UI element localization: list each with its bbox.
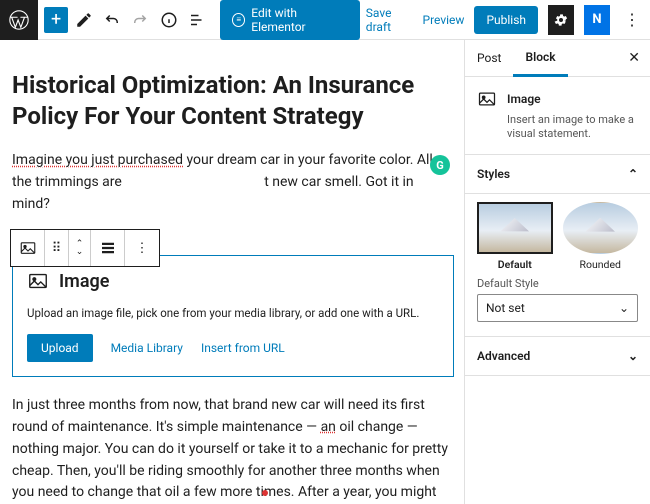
settings-button[interactable] [548,5,574,35]
more-options-icon[interactable]: ⋮ [620,10,644,29]
close-sidebar-icon[interactable]: ✕ [618,50,650,66]
advanced-section-header[interactable]: Advanced ⌄ [465,337,650,376]
image-block-title: Image [59,271,109,292]
n-logo-button[interactable]: N [584,5,610,35]
add-block-button[interactable]: + [44,7,68,33]
style-rounded[interactable]: Rounded [563,202,639,271]
block-type-icon[interactable] [11,230,45,266]
block-toolbar: ⠿ ⌃⌄ ⋮ [10,229,160,267]
undo-icon[interactable] [99,5,125,35]
default-style-select[interactable]: Not set ⌄ [477,294,638,322]
elementor-label: Edit with Elementor [251,6,348,34]
outline-icon[interactable] [184,5,210,35]
default-style-label: Default Style [477,277,638,290]
tab-post[interactable]: Post [465,41,513,75]
align-icon[interactable] [91,230,125,266]
upload-button[interactable]: Upload [27,334,93,362]
error-dot-icon [262,490,268,496]
insert-url-button[interactable]: Insert from URL [201,341,285,355]
paragraph-1[interactable]: Imagine you just purchased your dream ca… [12,150,454,215]
paragraph-2[interactable]: In just three months from now, that bran… [12,395,454,504]
block-more-icon[interactable]: ⋮ [125,230,159,266]
tab-block[interactable]: Block [513,40,567,77]
move-arrows[interactable]: ⌃⌄ [69,230,91,266]
elementor-button[interactable]: ≡ Edit with Elementor [220,0,360,40]
styles-section-header[interactable]: Styles ⌃ [465,155,650,194]
image-icon [27,270,49,292]
image-block-desc: Upload an image file, pick one from your… [27,306,439,320]
block-name: Image [507,92,541,106]
image-block-placeholder[interactable]: Image Upload an image file, pick one fro… [12,255,454,377]
wordpress-logo[interactable] [0,0,38,40]
media-library-button[interactable]: Media Library [111,341,183,355]
image-icon [477,89,497,109]
block-desc: Insert an image to make a visual stateme… [507,113,638,142]
drag-handle-icon[interactable]: ⠿ [45,230,69,266]
post-title[interactable]: Historical Optimization: An Insurance Po… [12,70,454,132]
save-draft-button[interactable]: Save draft [366,6,413,34]
info-icon[interactable] [155,5,181,35]
style-default[interactable]: Default [477,202,553,271]
edit-icon[interactable] [70,5,96,35]
chevron-up-icon: ⌃ [628,167,638,181]
preview-button[interactable]: Preview [423,13,465,27]
grammarly-icon[interactable]: G [430,155,450,175]
chevron-down-icon: ⌄ [619,301,629,315]
redo-icon[interactable] [127,5,153,35]
publish-button[interactable]: Publish [474,6,538,34]
chevron-down-icon: ⌄ [628,349,638,363]
